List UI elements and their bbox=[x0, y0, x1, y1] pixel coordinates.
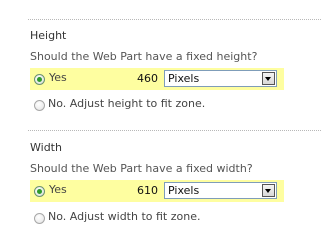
chevron-down-icon[interactable] bbox=[262, 72, 275, 85]
height-section-title: Height bbox=[30, 29, 67, 42]
width-no-radio[interactable] bbox=[34, 213, 45, 224]
width-question: Should the Web Part have a fixed width? bbox=[30, 162, 253, 175]
height-yes-radio[interactable] bbox=[34, 74, 45, 85]
width-value-input[interactable]: 610 bbox=[95, 183, 161, 199]
width-yes-label[interactable]: Yes bbox=[49, 183, 67, 196]
height-no-label[interactable]: No. Adjust height to fit zone. bbox=[48, 97, 205, 110]
section-divider bbox=[28, 130, 321, 131]
width-unit-select[interactable]: Pixels bbox=[164, 182, 277, 199]
height-question: Should the Web Part have a fixed height? bbox=[30, 50, 258, 63]
height-value-input[interactable]: 460 bbox=[95, 71, 161, 87]
height-yes-label[interactable]: Yes bbox=[49, 71, 67, 84]
width-unit-value: Pixels bbox=[168, 184, 200, 197]
width-no-label[interactable]: No. Adjust width to fit zone. bbox=[48, 210, 200, 223]
height-no-radio[interactable] bbox=[34, 100, 45, 111]
height-unit-select[interactable]: Pixels bbox=[164, 70, 277, 87]
section-divider bbox=[28, 19, 321, 20]
chevron-down-icon[interactable] bbox=[262, 184, 275, 197]
height-unit-value: Pixels bbox=[168, 72, 200, 85]
webpart-appearance-panel: { "height": { "title": "Height", "questi… bbox=[0, 0, 321, 243]
width-yes-radio[interactable] bbox=[34, 186, 45, 197]
width-section-title: Width bbox=[30, 141, 62, 154]
